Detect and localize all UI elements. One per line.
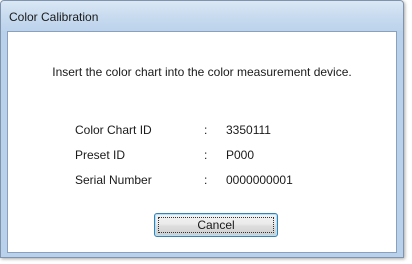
title-bar[interactable]: Color Calibration [1,1,403,31]
dialog-content: Insert the color chart into the color me… [7,31,397,253]
color-chart-id-label: Color Chart ID [75,123,152,137]
color-chart-id-separator: : [204,123,208,137]
preset-id-row: Preset ID : P000 [8,148,396,166]
preset-id-value: P000 [226,148,255,162]
window-title: Color Calibration [9,10,99,24]
color-chart-id-value: 3350111 [226,123,271,137]
color-calibration-dialog: Color Calibration Insert the color chart… [0,0,404,258]
serial-number-row: Serial Number : 0000000001 [8,173,396,191]
preset-id-label: Preset ID [75,148,126,162]
cancel-button-label: Cancel [197,218,235,232]
instruction-text: Insert the color chart into the color me… [52,65,352,79]
serial-number-label: Serial Number [75,173,152,187]
serial-number-separator: : [204,173,208,187]
serial-number-value: 0000000001 [226,173,293,187]
cancel-button[interactable]: Cancel [154,213,278,237]
color-chart-id-row: Color Chart ID : 3350111 [8,123,396,141]
preset-id-separator: : [204,148,208,162]
